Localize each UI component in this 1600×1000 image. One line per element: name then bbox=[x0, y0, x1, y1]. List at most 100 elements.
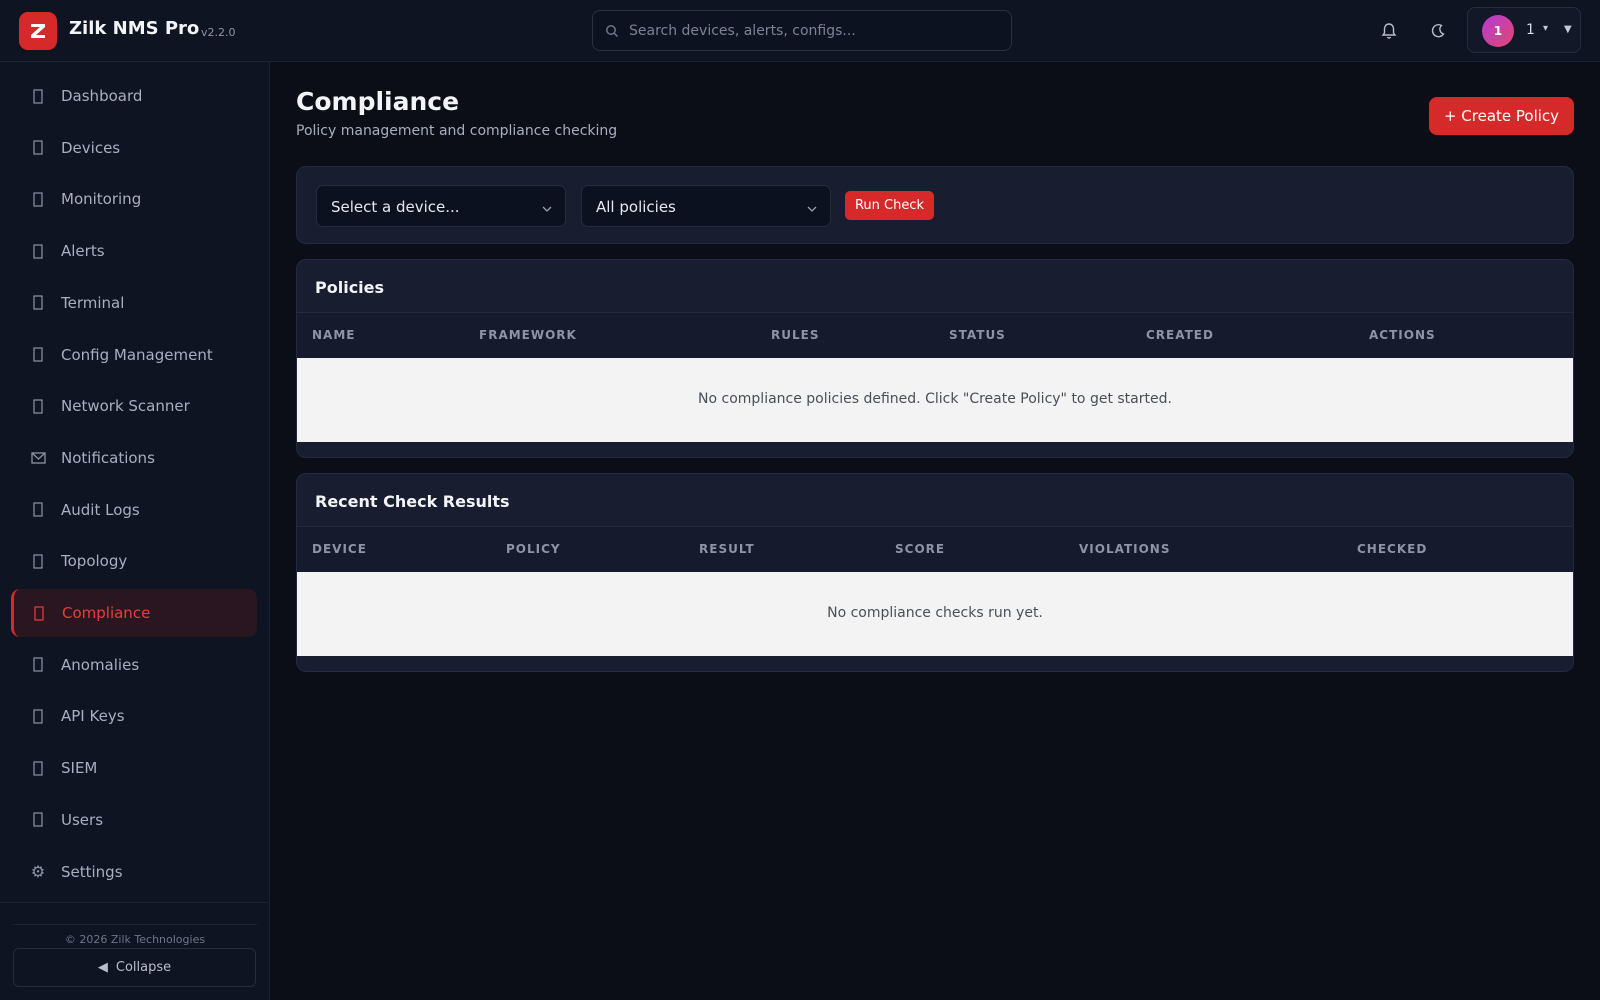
sidebar-item-label: Compliance bbox=[62, 604, 151, 622]
users-icon bbox=[30, 812, 46, 828]
sidebar-item-dashboard[interactable]: Dashboard bbox=[11, 72, 257, 120]
terminal-icon bbox=[30, 295, 46, 311]
theme-toggle-icon[interactable] bbox=[1428, 21, 1448, 41]
filter-bar: Select a device... All policies Run Chec… bbox=[296, 166, 1574, 244]
user-name: 1 bbox=[1526, 22, 1535, 38]
results-empty-row: No compliance checks run yet. bbox=[297, 572, 1573, 656]
sidebar-item-label: Terminal bbox=[61, 293, 125, 312]
bell-icon[interactable] bbox=[1379, 21, 1399, 41]
sidebar-item-label: Users bbox=[61, 810, 104, 829]
devices-icon bbox=[30, 140, 46, 156]
policies-table-header: NAME FRAMEWORK RULES STATUS CREATED ACTI… bbox=[297, 312, 1573, 358]
topology-icon bbox=[30, 553, 46, 569]
results-table-header: DEVICE POLICY RESULT SCORE VIOLATIONS CH… bbox=[297, 526, 1573, 572]
sidebar-item-devices[interactable]: Devices bbox=[11, 124, 257, 172]
sidebar-item-label: Alerts bbox=[61, 242, 105, 261]
sidebar-item-monitoring[interactable]: Monitoring bbox=[11, 175, 257, 223]
sidebar-divider bbox=[13, 924, 257, 925]
page-subtitle: Policy management and compliance checkin… bbox=[296, 123, 618, 139]
sidebar-item-terminal[interactable]: Terminal bbox=[11, 279, 257, 327]
shield-icon bbox=[31, 605, 47, 621]
user-menu[interactable]: 1 1 ▾ ▼ bbox=[1467, 7, 1581, 53]
chevron-left-icon: ◀ bbox=[97, 960, 108, 975]
sidebar-item-alerts[interactable]: Alerts bbox=[11, 227, 257, 275]
sidebar-item-label: Config Management bbox=[61, 345, 213, 364]
scanner-icon bbox=[30, 398, 46, 414]
avatar: 1 bbox=[1482, 15, 1514, 47]
key-icon bbox=[30, 708, 46, 724]
search-icon bbox=[605, 23, 619, 38]
sidebar-item-label: SIEM bbox=[61, 759, 98, 778]
sidebar-item-label: Topology bbox=[61, 552, 128, 571]
column-header[interactable]: DEVICE bbox=[312, 542, 367, 556]
sidebar-item-label: Settings bbox=[61, 862, 123, 881]
siem-icon bbox=[30, 760, 46, 776]
column-header: ACTIONS bbox=[1369, 328, 1436, 342]
policies-empty-message: No compliance policies defined. Click "C… bbox=[698, 391, 1172, 407]
sidebar-item-label: Network Scanner bbox=[61, 397, 190, 416]
column-header[interactable]: SCORE bbox=[895, 542, 945, 556]
bell-icon bbox=[30, 243, 46, 259]
anomaly-icon bbox=[30, 657, 46, 673]
column-header[interactable]: STATUS bbox=[949, 328, 1006, 342]
check-results-title: Recent Check Results bbox=[315, 492, 510, 511]
app-version: v2.2.0 bbox=[201, 26, 236, 39]
sidebar-item-siem[interactable]: SIEM bbox=[11, 744, 257, 792]
page-title: Compliance bbox=[296, 87, 460, 116]
sidebar-item-label: Notifications bbox=[61, 448, 155, 467]
policy-select[interactable]: All policies bbox=[581, 185, 831, 227]
chevron-down-icon bbox=[541, 200, 553, 212]
monitoring-icon bbox=[30, 191, 46, 207]
global-search[interactable] bbox=[592, 10, 1012, 51]
sidebar-item-settings[interactable]: ⚙ Settings bbox=[11, 848, 257, 896]
sidebar-item-label: Audit Logs bbox=[61, 500, 140, 519]
chevron-down-icon: ▼ bbox=[1564, 24, 1572, 35]
policies-empty-row: No compliance policies defined. Click "C… bbox=[297, 358, 1573, 442]
collapse-sidebar-button[interactable]: ◀ Collapse bbox=[13, 948, 256, 987]
run-check-button[interactable]: Run Check bbox=[845, 191, 934, 220]
column-header[interactable]: CREATED bbox=[1146, 328, 1214, 342]
column-header[interactable]: VIOLATIONS bbox=[1079, 542, 1171, 556]
sidebar-item-label: Dashboard bbox=[61, 87, 143, 105]
dashboard-icon bbox=[30, 88, 46, 104]
policies-title: Policies bbox=[315, 278, 385, 297]
gear-icon: ⚙ bbox=[30, 861, 46, 881]
sidebar-item-api-keys[interactable]: API Keys bbox=[11, 692, 257, 740]
sidebar-divider bbox=[0, 902, 270, 903]
config-icon bbox=[30, 347, 46, 363]
create-policy-button[interactable]: + Create Policy bbox=[1429, 97, 1574, 135]
copyright: © 2026 Zilk Technologies bbox=[64, 933, 206, 946]
collapse-label: Collapse bbox=[115, 960, 172, 975]
device-select-value: Select a device... bbox=[331, 198, 460, 216]
device-select[interactable]: Select a device... bbox=[316, 185, 566, 227]
column-header[interactable]: RULES bbox=[771, 328, 819, 342]
sidebar-item-config-management[interactable]: Config Management bbox=[11, 331, 257, 379]
policies-panel: Policies NAME FRAMEWORK RULES STATUS CRE… bbox=[296, 259, 1574, 458]
search-input[interactable] bbox=[629, 11, 999, 50]
sidebar-item-audit-logs[interactable]: Audit Logs bbox=[11, 486, 257, 534]
top-bar: Zilk NMS Pro v2.2.0 1 1 ▾ ▼ bbox=[0, 0, 1600, 62]
sidebar: Dashboard Devices Monitoring Alerts Terminal… bbox=[0, 62, 270, 1000]
check-results-panel: Recent Check Results DEVICE POLICY RESUL… bbox=[296, 473, 1574, 672]
column-header[interactable]: NAME bbox=[312, 328, 355, 342]
column-header[interactable]: CHECKED bbox=[1357, 542, 1427, 556]
sidebar-item-network-scanner[interactable]: Network Scanner bbox=[11, 382, 257, 430]
zilk-logo-icon[interactable] bbox=[19, 12, 57, 50]
chevron-down-icon bbox=[806, 200, 818, 212]
sidebar-item-anomalies[interactable]: Anomalies bbox=[11, 641, 257, 689]
audit-icon bbox=[30, 502, 46, 518]
sidebar-item-notifications[interactable]: Notifications bbox=[11, 434, 257, 482]
policy-select-value: All policies bbox=[596, 198, 676, 216]
column-header[interactable]: FRAMEWORK bbox=[479, 328, 577, 342]
sidebar-item-users[interactable]: Users bbox=[11, 796, 257, 844]
column-header[interactable]: RESULT bbox=[699, 542, 755, 556]
app-name: Zilk NMS Pro bbox=[69, 18, 200, 39]
column-header[interactable]: POLICY bbox=[506, 542, 561, 556]
sidebar-item-label: Devices bbox=[61, 138, 121, 157]
sidebar-item-label: API Keys bbox=[61, 707, 125, 726]
sidebar-item-compliance[interactable]: Compliance bbox=[11, 589, 257, 637]
sidebar-item-topology[interactable]: Topology bbox=[11, 537, 257, 585]
results-empty-message: No compliance checks run yet. bbox=[827, 605, 1043, 621]
envelope-icon bbox=[30, 450, 46, 466]
user-caret: ▾ bbox=[1543, 23, 1549, 34]
